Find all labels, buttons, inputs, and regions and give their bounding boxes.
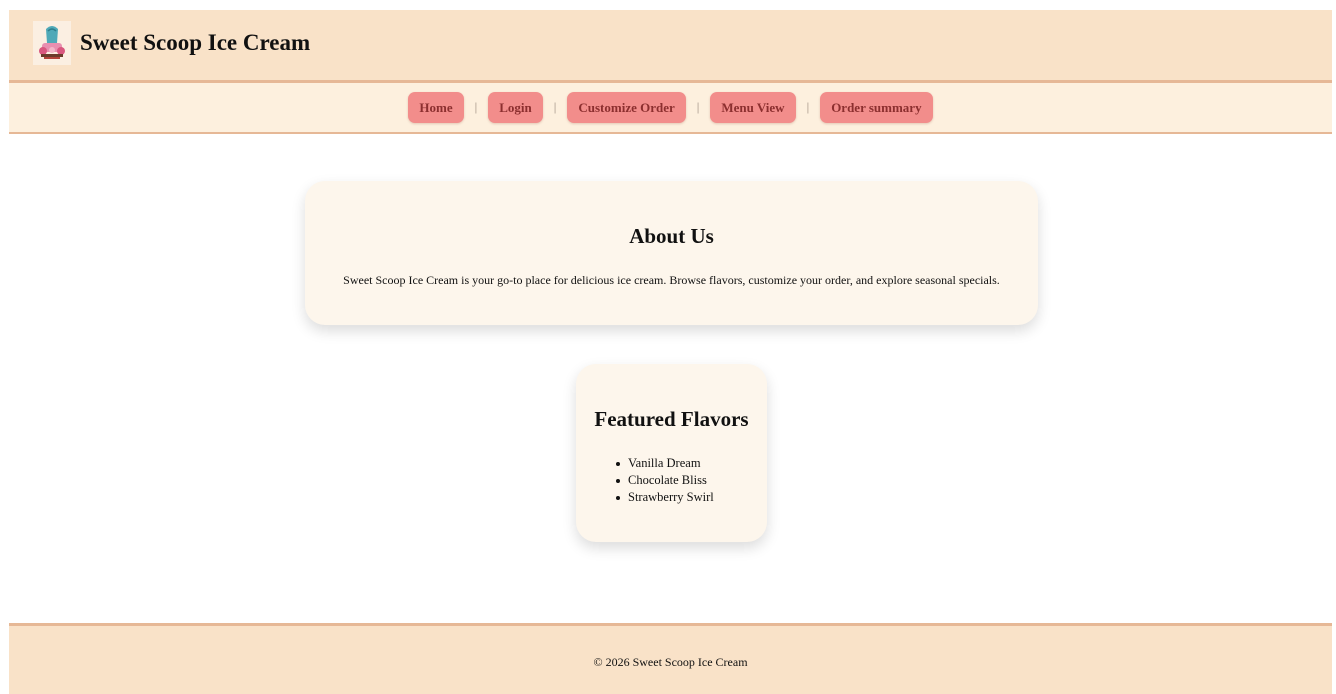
page: Sweet Scoop Ice Cream Home | Login | Cus… [9, 10, 1332, 694]
list-item: Vanilla Dream [616, 455, 714, 472]
site-title: Sweet Scoop Ice Cream [80, 30, 311, 55]
nav-separator: | [696, 99, 700, 114]
list-item: Strawberry Swirl [616, 490, 714, 504]
list-item: Chocolate Bliss [616, 472, 714, 489]
featured-flavors-card: Featured Flavors Vanilla Dream Chocolate… [576, 364, 767, 542]
copyright-text: © 2026 Sweet Scoop Ice Cream [593, 655, 748, 669]
about-us-card: About Us Sweet Scoop Ice Cream is your g… [305, 181, 1038, 325]
site-footer: © 2026 Sweet Scoop Ice Cream [9, 623, 1332, 694]
nav-separator: | [474, 99, 478, 114]
nav-menu-view-button[interactable]: Menu View [710, 91, 796, 123]
site-header: Sweet Scoop Ice Cream [9, 10, 1332, 83]
nav-button-row: Home | Login | Customize Order | Menu Vi… [9, 91, 1332, 123]
main-nav: Home | Login | Customize Order | Menu Vi… [9, 83, 1332, 134]
about-us-text: Sweet Scoop Ice Cream is your go-to plac… [343, 273, 1000, 287]
nav-order-summary-button[interactable]: Order summary [820, 91, 933, 123]
nav-customize-order-button[interactable]: Customize Order [567, 91, 686, 123]
ice-cream-logo-icon [33, 21, 71, 65]
nav-separator: | [806, 99, 810, 114]
nav-separator: | [553, 99, 557, 114]
nav-login-button[interactable]: Login [488, 91, 543, 123]
featured-flavors-heading: Featured Flavors [594, 407, 749, 431]
featured-flavors-list: Vanilla Dream Chocolate Bliss Strawberry… [616, 455, 714, 506]
about-us-heading: About Us [629, 224, 714, 248]
nav-home-button[interactable]: Home [408, 91, 464, 123]
